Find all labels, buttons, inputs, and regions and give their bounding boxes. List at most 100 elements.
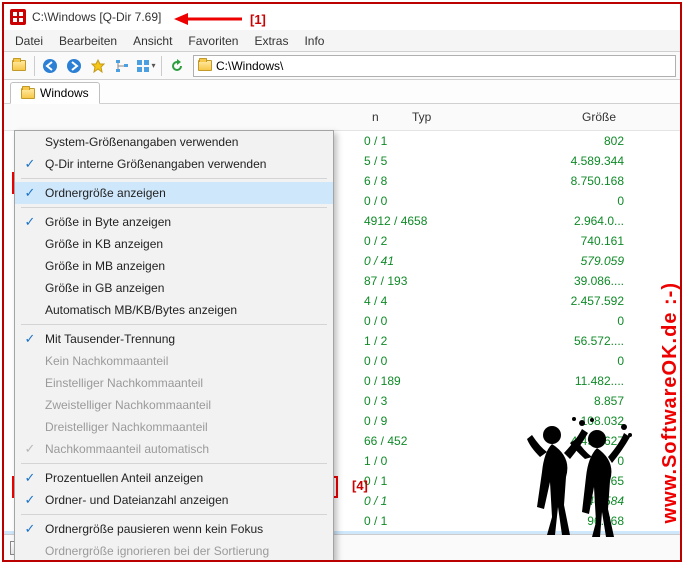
check-icon: ✓ xyxy=(22,185,38,201)
check-icon: ✓ xyxy=(22,331,38,347)
menu-item: Kein Nachkommaanteil xyxy=(15,350,333,372)
col-n[interactable]: n xyxy=(364,108,404,126)
menu-bearbeiten[interactable]: Bearbeiten xyxy=(52,31,124,51)
check-icon: ✓ xyxy=(22,492,38,508)
view-button[interactable]: ▾ xyxy=(135,55,157,77)
chevron-down-icon: ▾ xyxy=(151,61,155,70)
check-icon: ✓ xyxy=(22,470,38,486)
menu-datei[interactable]: Datei xyxy=(8,31,50,51)
folder-icon xyxy=(198,60,212,71)
menu-item-label: Einstelliger Nachkommaanteil xyxy=(45,376,203,390)
cell-typ: 4912 / 4658 xyxy=(364,214,504,228)
cell-size: 2.964.0... xyxy=(504,214,624,228)
cell-typ: 0 / 1 xyxy=(364,134,504,148)
menu-item-label: Kein Nachkommaanteil xyxy=(45,354,168,368)
arrow-right-icon xyxy=(66,58,82,74)
menu-info[interactable]: Info xyxy=(297,31,331,51)
cell-size: 0 xyxy=(504,194,624,208)
menu-item: ✓ Nachkommaanteil automatisch xyxy=(15,438,333,460)
menu-item: Ordnergröße ignorieren bei der Sortierun… xyxy=(15,540,333,562)
cell-typ: 0 / 1 xyxy=(364,474,504,488)
menu-item-label: Dreistelliger Nachkommaanteil xyxy=(45,420,208,434)
menu-item-label: Prozentuellen Anteil anzeigen xyxy=(45,471,203,485)
tab-windows[interactable]: Windows xyxy=(10,82,100,104)
check-icon: ✓ xyxy=(22,441,38,457)
folder-icon xyxy=(12,60,26,71)
menu-item-label: Automatisch MB/KB/Bytes anzeigen xyxy=(45,303,237,317)
menu-item[interactable]: Größe in MB anzeigen xyxy=(15,255,333,277)
cell-typ: 0 / 0 xyxy=(364,194,504,208)
menu-ansicht[interactable]: Ansicht xyxy=(126,31,179,51)
menu-separator xyxy=(21,178,327,179)
menu-item[interactable]: ✓ Mit Tausender-Trennung xyxy=(15,328,333,350)
menu-item[interactable]: Größe in KB anzeigen xyxy=(15,233,333,255)
menu-separator xyxy=(21,514,327,515)
cell-size: 4.589.344 xyxy=(504,154,624,168)
tab-row: Windows xyxy=(4,80,680,104)
menu-item-label: Mit Tausender-Trennung xyxy=(45,332,175,346)
cell-size: 39.086.... xyxy=(504,274,624,288)
cell-size: 802 xyxy=(504,134,624,148)
cell-size: 8.857 xyxy=(504,394,624,408)
cell-size: 56.572.... xyxy=(504,334,624,348)
menu-separator xyxy=(21,207,327,208)
menu-item[interactable]: ✓Ordnergröße pausieren wenn kein Fokus xyxy=(15,518,333,540)
tab-label: Windows xyxy=(40,86,89,100)
menu-extras[interactable]: Extras xyxy=(247,31,295,51)
menu-favoriten[interactable]: Favoriten xyxy=(181,31,245,51)
cell-typ: 66 / 452 xyxy=(364,434,504,448)
menu-item-label: Zweistelliger Nachkommaanteil xyxy=(45,398,211,412)
cell-typ: 0 / 9 xyxy=(364,414,504,428)
cell-typ: 0 / 1 xyxy=(364,514,504,528)
separator xyxy=(34,56,35,76)
nav-back-button[interactable] xyxy=(39,55,61,77)
cell-size: 2.457.592 xyxy=(504,294,624,308)
star-button[interactable] xyxy=(87,55,109,77)
menu-item[interactable]: ✓Q-Dir interne Größenangaben verwenden xyxy=(15,153,333,175)
titlebar: C:\Windows [Q-Dir 7.69] xyxy=(4,4,680,30)
separator xyxy=(161,56,162,76)
people-icon xyxy=(522,417,632,540)
menu-item-label: Q-Dir interne Größenangaben verwenden xyxy=(45,157,266,171)
cell-typ: 0 / 0 xyxy=(364,314,504,328)
context-menu: System-Größenangaben verwenden✓Q-Dir int… xyxy=(14,130,334,562)
arrow-left-icon xyxy=(42,58,58,74)
menu-item[interactable]: ✓ Größe in Byte anzeigen xyxy=(15,211,333,233)
cell-typ: 4 / 4 xyxy=(364,294,504,308)
star-icon xyxy=(91,59,105,73)
nav-forward-button[interactable] xyxy=(63,55,85,77)
cell-typ: 0 / 189 xyxy=(364,374,504,388)
menu-item[interactable]: ✓ Prozentuellen Anteil anzeigen xyxy=(15,467,333,489)
check-icon: ✓ xyxy=(22,521,38,537)
cell-size: 0 xyxy=(504,354,624,368)
menu-item-label: Nachkommaanteil automatisch xyxy=(45,442,209,456)
refresh-button[interactable] xyxy=(166,55,188,77)
cell-size: 8.750.168 xyxy=(504,174,624,188)
cell-typ: 0 / 2 xyxy=(364,234,504,248)
col-typ[interactable]: Typ xyxy=(404,108,504,126)
cell-typ: 1 / 2 xyxy=(364,334,504,348)
cell-typ: 0 / 1 xyxy=(364,494,504,508)
cell-size: 740.161 xyxy=(504,234,624,248)
menu-item[interactable]: Größe in GB anzeigen xyxy=(15,277,333,299)
refresh-icon xyxy=(170,59,184,73)
cell-typ: 0 / 41 xyxy=(364,254,504,268)
check-icon: ✓ xyxy=(22,214,38,230)
menu-item[interactable]: System-Größenangaben verwenden xyxy=(15,131,333,153)
cell-typ: 5 / 5 xyxy=(364,154,504,168)
menu-item-label: Größe in KB anzeigen xyxy=(45,237,163,251)
menu-item[interactable]: Automatisch MB/KB/Bytes anzeigen xyxy=(15,299,333,321)
menu-item-label: Größe in Byte anzeigen xyxy=(45,215,171,229)
tree-button[interactable] xyxy=(111,55,133,77)
folder-button[interactable] xyxy=(8,55,30,77)
cell-size: 11.482.... xyxy=(504,374,624,388)
address-bar[interactable]: C:\Windows\ xyxy=(193,55,676,77)
col-size[interactable]: Größe xyxy=(504,108,624,126)
menu-item-label: Größe in MB anzeigen xyxy=(45,259,165,273)
menu-item-label: System-Größenangaben verwenden xyxy=(45,135,238,149)
address-path: C:\Windows\ xyxy=(216,59,283,73)
menu-item-label: Ordnergröße ignorieren bei der Sortierun… xyxy=(45,544,269,558)
cell-typ: 0 / 3 xyxy=(364,394,504,408)
menu-item[interactable]: ✓Ordner- und Dateianzahl anzeigen xyxy=(15,489,333,511)
menu-item[interactable]: ✓Ordnergröße anzeigen xyxy=(15,182,333,204)
